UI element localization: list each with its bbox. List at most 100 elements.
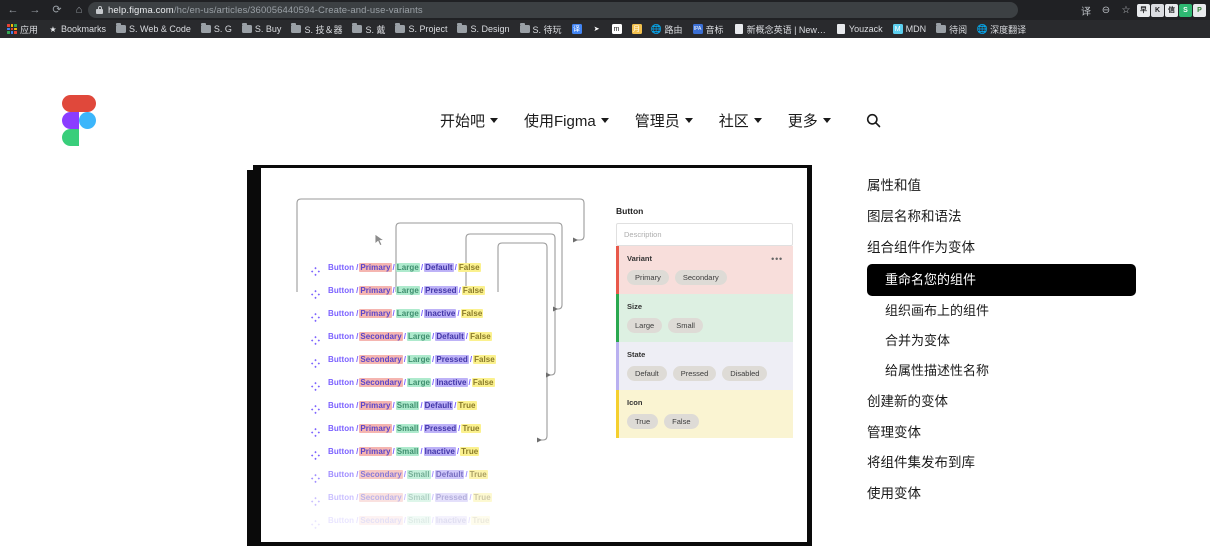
layer-row[interactable]: Button / Primary / Small / Pressed / True: [311, 417, 571, 440]
bookmark-item[interactable]: IPA 音标: [689, 20, 730, 38]
layer-name: Button / Secondary / Small / Inactive / True: [328, 516, 491, 525]
variant-properties-panel: Button Description Variant ••• Primary Seco…: [616, 206, 793, 438]
bookmark-item[interactable]: S. G: [197, 20, 238, 38]
toc-item[interactable]: 给属性描述性名称: [867, 356, 1157, 386]
zoom-out-icon[interactable]: ⊖: [1097, 0, 1115, 20]
nav-item-社区[interactable]: 社区: [719, 110, 762, 131]
property-group-accent-bar: [616, 246, 619, 294]
layer-row[interactable]: Button / Primary / Small / Inactive / True: [311, 440, 571, 463]
property-value-chip[interactable]: Pressed: [672, 366, 717, 381]
address-bar[interactable]: help.figma.com/hc/en-us/articles/3600564…: [88, 2, 1018, 18]
search-icon[interactable]: [865, 112, 883, 130]
extension-icons: 早K信SP: [1137, 3, 1208, 17]
bookmark-item[interactable]: S. 技＆器: [287, 20, 348, 38]
layer-row[interactable]: Button / Primary / Small / Default / True: [311, 394, 571, 417]
nav-item-开始吧[interactable]: 开始吧: [440, 110, 499, 131]
bookmark-item[interactable]: ★ Bookmarks: [44, 20, 112, 38]
toc-item[interactable]: 图层名称和语法: [867, 202, 1157, 233]
property-value-chip[interactable]: Large: [627, 318, 663, 333]
chevron-down-icon: [822, 118, 831, 123]
toc-item[interactable]: 属性和值: [867, 171, 1157, 202]
forward-icon[interactable]: →: [24, 0, 46, 20]
bookmark-item[interactable]: 译: [568, 20, 588, 38]
bookmark-item[interactable]: S. 戴: [348, 20, 391, 38]
component-diamond-icon: [311, 263, 320, 276]
extension-icon-3[interactable]: 信: [1165, 3, 1178, 17]
extension-icon-2[interactable]: K: [1151, 3, 1164, 17]
bookmark-label: Youzack: [848, 24, 883, 34]
more-dots-icon[interactable]: •••: [771, 254, 783, 263]
translate-icon[interactable]: 译: [1077, 0, 1095, 20]
toc-item[interactable]: 合并为变体: [867, 326, 1157, 356]
layer-list: Button / Primary / Large / Default / False Button…: [311, 256, 571, 532]
property-value-chip[interactable]: False: [664, 414, 699, 429]
component-diamond-icon: [311, 332, 320, 345]
layer-row[interactable]: Button / Primary / Large / Pressed / False: [311, 279, 571, 302]
nav-item-label: 使用Figma: [524, 113, 596, 130]
home-icon[interactable]: ⌂: [68, 0, 90, 20]
bookmark-item[interactable]: M MDN: [889, 20, 933, 38]
nav-item-管理员[interactable]: 管理员: [635, 110, 693, 131]
toc-item[interactable]: 组合组件作为变体: [867, 233, 1157, 264]
bookmark-item[interactable]: 月: [628, 20, 648, 38]
toc-item[interactable]: 管理变体: [867, 418, 1157, 449]
property-value-chip[interactable]: Secondary: [674, 270, 727, 285]
toc-item-active[interactable]: 重命名您的组件: [867, 263, 1136, 296]
layer-row[interactable]: Button / Secondary / Small / Default / True: [311, 463, 571, 486]
folder-icon: [936, 22, 947, 34]
layer-name: Button / Primary / Large / Pressed / False: [328, 286, 485, 295]
extension-icon-4[interactable]: S: [1179, 3, 1192, 17]
property-value-chip[interactable]: Primary: [627, 270, 669, 285]
layer-row[interactable]: Button / Secondary / Small / Inactive / True: [311, 509, 571, 532]
layer-row[interactable]: Button / Secondary / Large / Inactive / False: [311, 371, 571, 394]
description-input[interactable]: Description: [616, 223, 793, 246]
toc-item[interactable]: 组织画布上的组件: [867, 296, 1157, 326]
property-group-State: State Default Pressed Disabled: [616, 342, 793, 390]
property-value-chip[interactable]: Small: [668, 318, 703, 333]
bookmark-item[interactable]: S. Buy: [238, 20, 288, 38]
layer-row[interactable]: Button / Primary / Large / Inactive / False: [311, 302, 571, 325]
extension-icon-5[interactable]: P: [1193, 3, 1206, 17]
star-icon: ★: [49, 24, 57, 34]
layer-row[interactable]: Button / Secondary / Small / Pressed / True: [311, 486, 571, 509]
bookmark-item[interactable]: S. Design: [453, 20, 515, 38]
bookmark-star-icon[interactable]: ☆: [1117, 0, 1135, 20]
nav-item-label: 开始吧: [440, 113, 486, 130]
yellow-app-icon: 月: [631, 24, 642, 34]
folder-icon: [116, 22, 127, 34]
toc-item[interactable]: 创建新的变体: [867, 387, 1157, 418]
layer-row[interactable]: Button / Secondary / Large / Pressed / False: [311, 348, 571, 371]
figma-logo[interactable]: [62, 95, 96, 146]
component-diamond-icon: [311, 401, 320, 414]
property-value-chip[interactable]: True: [627, 414, 659, 429]
layer-name: Button / Secondary / Small / Pressed / True: [328, 493, 492, 502]
bookmark-item[interactable]: m: [608, 20, 628, 38]
bookmark-item[interactable]: S. Project: [391, 20, 453, 38]
bookmark-item[interactable]: 🌐 路由: [648, 20, 689, 38]
reload-icon[interactable]: ⟳: [46, 0, 68, 20]
back-icon[interactable]: ←: [2, 0, 24, 20]
property-value-chip[interactable]: Disabled: [722, 366, 768, 381]
bookmark-item[interactable]: 应用: [3, 20, 44, 38]
bookmark-item[interactable]: ➤: [588, 20, 608, 38]
toc-item[interactable]: 将组件集发布到库: [867, 448, 1157, 479]
bookmark-label: Bookmarks: [61, 24, 107, 34]
layer-name: Button / Secondary / Large / Pressed / False: [328, 355, 496, 364]
extension-icon-1[interactable]: 早: [1137, 3, 1150, 17]
property-value-chip[interactable]: Default: [627, 366, 667, 381]
figure-canvas: Button / Primary / Large / Default / False Button…: [261, 168, 807, 542]
bookmark-label: 应用: [20, 24, 39, 35]
component-diamond-icon: [311, 470, 320, 483]
nav-item-更多[interactable]: 更多: [788, 110, 831, 131]
bookmark-item[interactable]: S. Web & Code: [112, 20, 197, 38]
nav-item-使用Figma[interactable]: 使用Figma: [524, 110, 609, 131]
chevron-down-icon: [753, 118, 762, 123]
bookmark-item[interactable]: 新概念英语 | New…: [730, 20, 832, 38]
layer-row[interactable]: Button / Secondary / Large / Default / False: [311, 325, 571, 348]
bookmark-item[interactable]: 🌐 深度翻译: [973, 20, 1032, 38]
toc-item[interactable]: 使用变体: [867, 479, 1157, 510]
bookmark-item[interactable]: Youzack: [832, 20, 889, 38]
layer-row[interactable]: Button / Primary / Large / Default / False: [311, 256, 571, 279]
bookmark-item[interactable]: 待阅: [932, 20, 973, 38]
bookmark-item[interactable]: S. 待玩: [516, 20, 568, 38]
